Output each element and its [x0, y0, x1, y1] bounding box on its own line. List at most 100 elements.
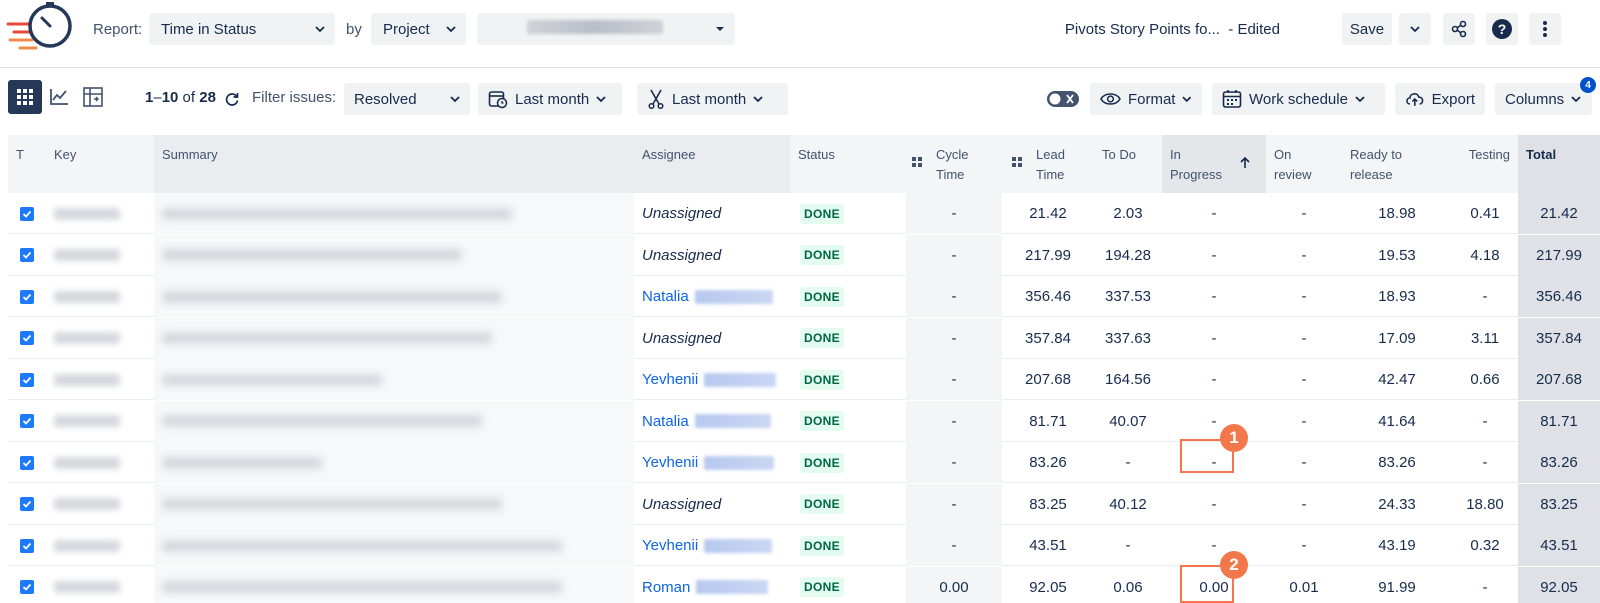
row-checkbox[interactable]: [8, 484, 46, 525]
date-range-button-1[interactable]: Last month: [478, 83, 622, 115]
export-button[interactable]: Export: [1395, 83, 1485, 115]
row-checkbox[interactable]: [8, 318, 46, 359]
status-cell: DONE: [790, 442, 906, 483]
testing-value: 0.66: [1470, 371, 1500, 388]
col-header-key[interactable]: Key: [46, 135, 154, 193]
status-cell: DONE: [790, 525, 906, 566]
issue-summary-redacted[interactable]: [154, 483, 634, 525]
table-row[interactable]: Roman DONE 0.00 92.05 0.06 0.00 0.01 91.99-92.…: [8, 566, 1600, 603]
cycle-value: -: [906, 317, 1002, 359]
report-type-value: Time in Status: [161, 20, 257, 38]
row-checkbox[interactable]: [8, 525, 46, 566]
row-checkbox[interactable]: [8, 401, 46, 442]
issue-key-redacted[interactable]: [54, 401, 154, 442]
project-select[interactable]: [477, 13, 735, 45]
table-row[interactable]: Yevhenii DONE - 43.51 - - - 43.19 0.32 43.51: [8, 525, 1600, 566]
inprog-value: -: [1211, 412, 1217, 430]
toggle-icon[interactable]: [1046, 90, 1080, 108]
table-row[interactable]: Natalia DONE - 356.46 337.53 - - 18.93 - 356.46: [8, 276, 1600, 317]
assignee-cell[interactable]: Natalia: [642, 401, 790, 442]
project-value-redacted: [527, 20, 663, 34]
range-end: 10: [161, 89, 179, 106]
date-range-button-2[interactable]: Last month: [637, 83, 788, 115]
issue-key-redacted[interactable]: [54, 235, 154, 276]
issue-key-redacted[interactable]: [54, 442, 154, 483]
issue-key-redacted[interactable]: [54, 276, 154, 317]
table-row[interactable]: Natalia DONE - 81.71 40.07 - - 41.64 - 81.71: [8, 400, 1600, 442]
issue-summary-redacted[interactable]: [154, 566, 634, 603]
refresh-icon[interactable]: [224, 91, 240, 107]
chevron-down-icon: [450, 96, 460, 103]
chart-view-button[interactable]: [42, 80, 76, 114]
issue-summary-redacted[interactable]: [154, 276, 634, 317]
issue-key-redacted[interactable]: [54, 318, 154, 359]
row-checkbox[interactable]: [8, 193, 46, 234]
table-row[interactable]: Unassigned DONE - 357.84 337.63 - - 17.09 3.11 3…: [8, 317, 1600, 359]
todo-value: -: [1125, 537, 1131, 554]
issue-key-redacted[interactable]: [54, 193, 154, 234]
more-actions-button[interactable]: [1529, 13, 1561, 45]
eye-icon: [1100, 93, 1121, 105]
row-checkbox[interactable]: [8, 567, 46, 603]
table-row[interactable]: Unassigned DONE - 83.25 40.12 - - 24.33 18.80 83…: [8, 483, 1600, 525]
col-header-ready-to-release[interactable]: Ready to release: [1342, 135, 1452, 193]
format-button[interactable]: Format: [1090, 83, 1202, 115]
col-header-total[interactable]: Total: [1518, 135, 1600, 193]
work-schedule-label: Work schedule: [1249, 90, 1348, 108]
filter-issues-select[interactable]: Resolved: [344, 83, 470, 115]
date-range-1-value: Last month: [515, 90, 590, 108]
help-button[interactable]: ?: [1486, 13, 1518, 45]
col-header-summary[interactable]: Summary: [154, 135, 634, 193]
col-header-testing[interactable]: Testing: [1452, 135, 1518, 193]
assignee-cell[interactable]: Yevhenii: [642, 359, 790, 400]
table-row[interactable]: Yevhenii DONE -83.26- - -83.26-83.26: [8, 442, 1600, 483]
col-header-assignee[interactable]: Assignee: [634, 135, 790, 193]
top-bar: Report: Time in Status by Project Pivots…: [0, 0, 1600, 68]
row-checkbox[interactable]: [8, 276, 46, 317]
row-checkbox[interactable]: [8, 235, 46, 276]
issue-key-redacted[interactable]: [54, 567, 154, 603]
col-header-in-progress[interactable]: In Progress: [1162, 135, 1266, 193]
share-button[interactable]: [1443, 13, 1475, 45]
group-by-select[interactable]: Project: [371, 13, 466, 45]
todo-value: 40.12: [1109, 495, 1147, 513]
assignee-surname-redacted: [694, 289, 773, 304]
issue-key-redacted[interactable]: [54, 525, 154, 566]
group-by-value: Project: [383, 20, 430, 38]
issue-summary-redacted[interactable]: [154, 400, 634, 442]
row-checkbox[interactable]: [8, 442, 46, 483]
total-value: 207.68: [1518, 359, 1600, 400]
grid-view-button[interactable]: [8, 80, 42, 114]
issue-summary-redacted[interactable]: [154, 317, 634, 359]
issue-summary-redacted[interactable]: [154, 234, 634, 276]
ready-value: 17.09: [1378, 329, 1416, 347]
pivot-view-button[interactable]: [76, 80, 110, 114]
assignee-cell[interactable]: Yevhenii: [642, 525, 790, 566]
save-options-button[interactable]: [1399, 13, 1431, 45]
issue-summary-redacted[interactable]: [154, 193, 634, 234]
columns-button[interactable]: Columns 4: [1495, 77, 1596, 115]
status-badge: DONE: [800, 245, 844, 265]
col-header-status[interactable]: Status: [790, 135, 906, 193]
col-header-on-review[interactable]: On review: [1266, 135, 1342, 193]
assignee-cell[interactable]: Roman: [642, 567, 790, 603]
col-header-type[interactable]: T: [8, 135, 46, 193]
table-row[interactable]: Yevhenii DONE - 207.68 164.56 - - 42.47 0.66 207…: [8, 359, 1600, 400]
row-checkbox[interactable]: [8, 359, 46, 400]
col-header-todo[interactable]: To Do: [1094, 135, 1162, 193]
assignee-cell[interactable]: Natalia: [642, 276, 790, 317]
col-header-lead-time[interactable]: Lead Time: [1002, 135, 1094, 193]
issue-summary-redacted[interactable]: [154, 442, 634, 483]
save-button[interactable]: Save: [1342, 13, 1392, 45]
checkbox-icon: [20, 580, 34, 594]
issue-summary-redacted[interactable]: [154, 359, 634, 400]
issue-key-redacted[interactable]: [54, 484, 154, 525]
table-row[interactable]: Unassigned DONE - 217.99 194.28 - - 19.53 4.18 2…: [8, 234, 1600, 276]
issue-summary-redacted[interactable]: [154, 525, 634, 566]
issue-key-redacted[interactable]: [54, 359, 154, 400]
work-schedule-button[interactable]: Work schedule: [1212, 83, 1385, 115]
col-header-cycle-time[interactable]: Cycle Time: [906, 135, 1002, 193]
report-type-select[interactable]: Time in Status: [149, 13, 335, 45]
assignee-cell[interactable]: Yevhenii: [642, 442, 790, 483]
table-row[interactable]: Unassigned DONE - 21.42 2.03 - - 18.98 0.41 21.4…: [8, 193, 1600, 234]
